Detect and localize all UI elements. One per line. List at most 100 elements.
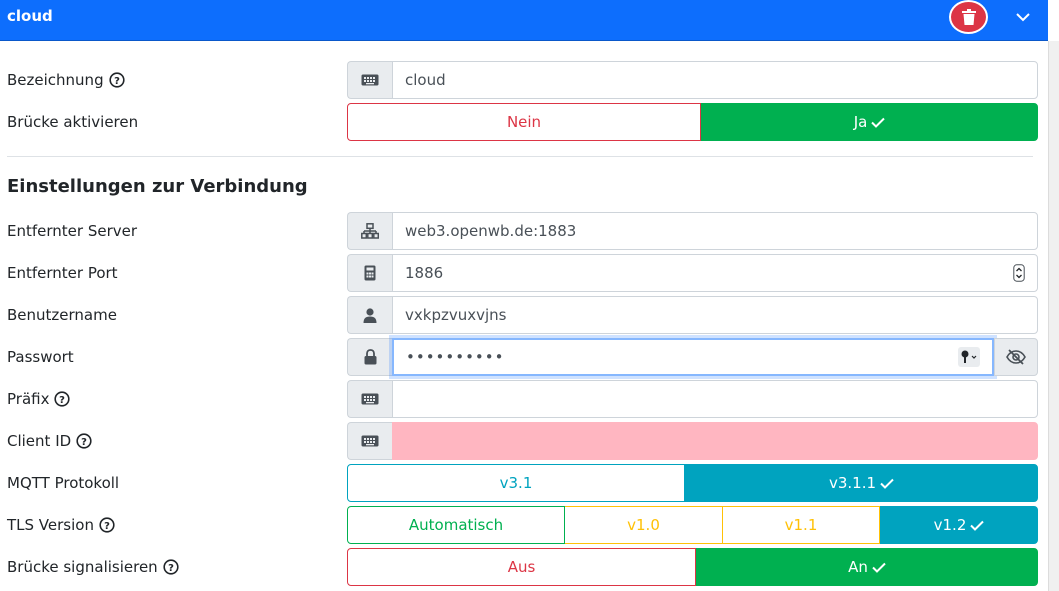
client-id-label-wrap: Client ID ? [7,422,92,460]
scrollbar-track[interactable] [1048,41,1059,591]
port-group: 1886 [347,254,1038,292]
check-icon [880,478,894,489]
svg-text:?: ? [114,76,120,87]
signal-toggle: Aus An [347,548,1038,586]
keyboard-icon-addon [347,61,392,99]
v31-label: v3.1 [499,474,533,492]
collapse-toggle[interactable] [1012,8,1034,26]
check-icon [871,117,886,128]
chevron-down-icon [1016,12,1030,21]
help-icon[interactable]: ? [108,72,125,88]
bruecke-aktivieren-toggle: Nein Ja [347,103,1038,141]
server-label: Entfernter Server [7,222,138,240]
bezeichnung-label-wrap: Bezeichnung ? [7,61,125,99]
tls-v10-label: v1.0 [627,516,660,534]
eye-slash-icon [1006,349,1026,365]
row-username: Benutzername vxkpzvuxvjns [0,296,1048,334]
row-bruecke-aktivieren: Brücke aktivieren Nein Ja [0,103,1048,141]
password-input[interactable]: •••••••••• [392,338,994,376]
help-icon[interactable]: ? [54,391,71,407]
bezeichnung-group: cloud [347,61,1038,99]
signal-label: Brücke signalisieren [7,558,158,576]
row-client-id: Client ID ? [0,422,1048,460]
row-mqtt: MQTT Protokoll v3.1 v3.1.1 [0,464,1048,502]
praefix-input[interactable] [392,380,1038,418]
spinner-icon[interactable] [1013,264,1025,282]
praefix-label: Präfix [7,390,50,408]
client-id-input[interactable] [392,422,1038,460]
tls-v11-button[interactable]: v1.1 [723,506,880,544]
signal-label-wrap: Brücke signalisieren ? [7,548,179,586]
check-icon [970,520,985,531]
lock-icon-addon [347,338,392,376]
v311-label: v3.1.1 [828,474,877,492]
password-value: •••••••••• [406,348,505,366]
help-icon[interactable]: ? [99,517,115,533]
delete-button[interactable] [949,0,988,34]
tls-label: TLS Version [7,516,94,534]
row-tls: TLS Version ? Automatisch v1.0 v1.1 v1.2 [0,506,1048,544]
password-label: Passwort [7,348,74,366]
bezeichnung-label: Bezeichnung [7,71,104,89]
calculator-icon [364,265,376,281]
calculator-icon-addon [347,254,392,292]
an-button[interactable]: An [696,548,1038,586]
help-icon[interactable]: ? [76,433,92,449]
tls-v10-button[interactable]: v1.0 [565,506,723,544]
row-password: Passwort •••••••••• [0,338,1048,376]
ja-button[interactable]: Ja [701,103,1038,141]
user-icon [363,307,377,323]
ja-label: Ja [853,113,868,131]
keyboard-icon-addon [347,380,392,418]
server-group: web3.openwb.de:1883 [347,212,1038,250]
svg-text:?: ? [60,395,66,406]
username-group: vxkpzvuxvjns [347,296,1038,334]
network-icon [361,223,379,239]
divider [7,156,1033,157]
nein-button[interactable]: Nein [347,103,701,141]
tls-v12-label: v1.2 [933,516,967,534]
trash-icon [961,9,976,25]
bezeichnung-input[interactable]: cloud [392,61,1038,99]
help-icon[interactable]: ? [163,559,179,575]
username-label: Benutzername [7,306,117,324]
toggle-visibility-button[interactable] [994,338,1038,376]
svg-text:?: ? [104,521,110,532]
aus-label: Aus [507,558,536,576]
row-bezeichnung: Bezeichnung ? cloud [0,61,1048,99]
lock-icon [364,349,376,365]
tls-auto-label: Automatisch [408,516,504,534]
port-label: Entfernter Port [7,264,118,282]
tls-toggle: Automatisch v1.0 v1.1 v1.2 [347,506,1038,544]
username-input[interactable]: vxkpzvuxvjns [392,296,1038,334]
client-id-group [347,422,1038,460]
network-icon-addon [347,212,392,250]
v311-button[interactable]: v3.1.1 [685,464,1038,502]
row-praefix: Präfix ? [0,380,1048,418]
aus-button[interactable]: Aus [347,548,696,586]
row-signal: Brücke signalisieren ? Aus An [0,548,1048,586]
port-value: 1886 [405,264,444,282]
svg-text:?: ? [168,563,174,574]
tls-v12-button[interactable]: v1.2 [880,506,1038,544]
card-title: cloud [7,7,53,25]
keyboard-icon [361,435,379,447]
svg-text:?: ? [81,437,87,448]
row-server: Entfernter Server web3.openwb.de:1883 [0,212,1048,250]
praefix-label-wrap: Präfix ? [7,380,71,418]
praefix-group [347,380,1038,418]
section-title: Einstellungen zur Verbindung [7,176,308,197]
card-header: cloud [0,0,1048,41]
an-label: An [848,558,868,576]
server-input[interactable]: web3.openwb.de:1883 [392,212,1038,250]
tls-v11-label: v1.1 [784,516,818,534]
tls-auto-button[interactable]: Automatisch [347,506,565,544]
port-input[interactable]: 1886 [392,254,1038,292]
v31-button[interactable]: v3.1 [347,464,685,502]
client-id-label: Client ID [7,432,72,450]
mqtt-toggle: v3.1 v3.1.1 [347,464,1038,502]
keyboard-icon-addon [347,422,392,460]
key-icon[interactable] [958,347,980,367]
bruecke-aktivieren-label: Brücke aktivieren [7,113,139,131]
row-port: Entfernter Port 1886 [0,254,1048,292]
